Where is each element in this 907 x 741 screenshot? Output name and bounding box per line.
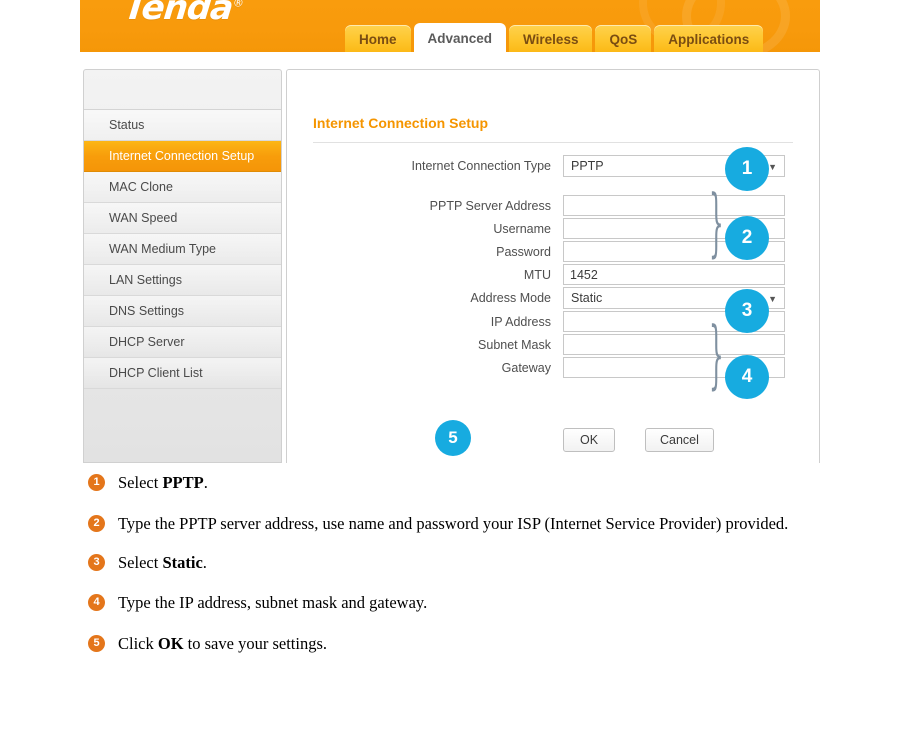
subnet-mask-input[interactable] xyxy=(563,334,785,355)
server-address-input[interactable] xyxy=(563,195,785,216)
registered-mark-icon: ® xyxy=(232,0,244,10)
step-text-4-before: Type the IP address, subnet mask and gat… xyxy=(118,593,428,613)
callout-badge-1: 1 xyxy=(725,147,769,191)
sidebar-item-dhcp-server[interactable]: DHCP Server xyxy=(84,327,281,358)
tab-applications[interactable]: Applications xyxy=(654,25,764,54)
step-bullet-3: 3 xyxy=(88,553,105,571)
callout-badge-2: 2 xyxy=(725,216,769,260)
sidebar-item-lan-settings[interactable]: LAN Settings xyxy=(84,265,281,296)
steps-list: 1 Select PPTP. 2 Type the PPTP server add… xyxy=(88,472,878,674)
label-server-address: PPTP Server Address xyxy=(429,198,551,213)
step-item-4: 4 Type the IP address, subnet mask and ga… xyxy=(88,592,878,614)
tab-qos[interactable]: QoS xyxy=(595,25,652,54)
form-row-mtu: MTU xyxy=(287,264,821,285)
sidebar-item-status[interactable]: Status xyxy=(84,110,281,141)
label-gateway: Gateway xyxy=(501,360,551,375)
field-subnet-mask xyxy=(563,334,787,355)
label-password: Password xyxy=(496,244,551,259)
router-admin-ui: Tenda® Home Advanced Wireless QoS Applic… xyxy=(80,0,820,465)
tab-home[interactable]: Home xyxy=(345,25,411,54)
address-mode-value: Static xyxy=(571,291,603,305)
step-text-3-bold: Static xyxy=(162,552,203,572)
brace-group-static-addresses: } xyxy=(709,311,724,397)
step-text-1-before: Select xyxy=(118,473,163,492)
field-server-address xyxy=(563,195,787,216)
step-item-3: 3 Select Static. xyxy=(88,552,878,574)
tab-wireless[interactable]: Wireless xyxy=(509,25,593,54)
content-panel: Internet Connection Setup Internet Conne… xyxy=(286,69,820,463)
callout-badge-4: 4 xyxy=(725,355,769,399)
sidebar-item-dhcp-client-list[interactable]: DHCP Client List xyxy=(84,358,281,389)
mtu-input[interactable] xyxy=(563,264,785,285)
page-title: Internet Connection Setup xyxy=(313,115,488,131)
step-text-3-after: . xyxy=(202,552,207,572)
cancel-button[interactable]: Cancel xyxy=(645,428,714,452)
form-buttons: OK Cancel xyxy=(287,428,821,452)
step-text-1-after: . xyxy=(203,473,208,492)
connection-type-value: PPTP xyxy=(571,159,604,173)
step-bullet-2: 2 xyxy=(88,514,105,532)
step-text-1-bold: PPTP xyxy=(162,473,204,492)
sidebar-item-internet-connection-setup[interactable]: Internet Connection Setup xyxy=(84,141,281,172)
label-username: Username xyxy=(493,221,551,236)
brand-logo: Tenda® xyxy=(122,0,245,28)
step-item-5: 5 Click OK to save your settings. xyxy=(88,633,878,655)
step-bullet-4: 4 xyxy=(88,594,105,612)
step-text-5-before: Click xyxy=(118,634,158,654)
step-text-5-bold: OK xyxy=(157,634,184,654)
step-text-2-before: Type the PPTP server address, use name a… xyxy=(118,513,789,533)
callout-badge-5: 5 xyxy=(435,420,471,456)
label-subnet-mask: Subnet Mask xyxy=(478,337,551,352)
step-item-2: 2 Type the PPTP server address, use name… xyxy=(88,513,878,535)
main-tabs: Home Advanced Wireless QoS Applications xyxy=(345,23,764,54)
label-connection-type: Internet Connection Type xyxy=(411,159,551,173)
form-row-server-address: PPTP Server Address xyxy=(287,195,821,216)
chevron-down-icon: ▼ xyxy=(768,294,777,304)
sidebar-header-blank xyxy=(84,70,281,110)
sidebar-item-wan-speed[interactable]: WAN Speed xyxy=(84,203,281,234)
brand-name: Tenda xyxy=(121,0,235,28)
sidebar-item-mac-clone[interactable]: MAC Clone xyxy=(84,172,281,203)
step-item-1: 1 Select PPTP. xyxy=(88,472,878,494)
step-text-3-before: Select xyxy=(118,552,163,572)
sidebar: Status Internet Connection Setup MAC Clo… xyxy=(83,69,282,463)
tab-advanced[interactable]: Advanced xyxy=(413,23,507,54)
step-text-5-after: to save your settings. xyxy=(183,634,327,654)
sidebar-footer-blank xyxy=(84,389,281,462)
label-mtu: MTU xyxy=(523,267,551,282)
field-mtu xyxy=(563,264,787,285)
form-row-subnet-mask: Subnet Mask xyxy=(287,334,821,355)
step-bullet-5: 5 xyxy=(88,635,105,653)
step-bullet-1: 1 xyxy=(88,474,105,491)
brace-group-credentials: } xyxy=(709,179,724,265)
callout-badge-3: 3 xyxy=(725,289,769,333)
sidebar-item-dns-settings[interactable]: DNS Settings xyxy=(84,296,281,327)
sidebar-item-wan-medium-type[interactable]: WAN Medium Type xyxy=(84,234,281,265)
ok-button[interactable]: OK xyxy=(563,428,615,452)
chevron-down-icon: ▼ xyxy=(768,162,777,172)
label-ip-address: IP Address xyxy=(490,314,551,329)
label-address-mode: Address Mode xyxy=(470,291,551,305)
title-divider xyxy=(313,142,793,143)
ui-body: Status Internet Connection Setup MAC Clo… xyxy=(80,52,820,465)
